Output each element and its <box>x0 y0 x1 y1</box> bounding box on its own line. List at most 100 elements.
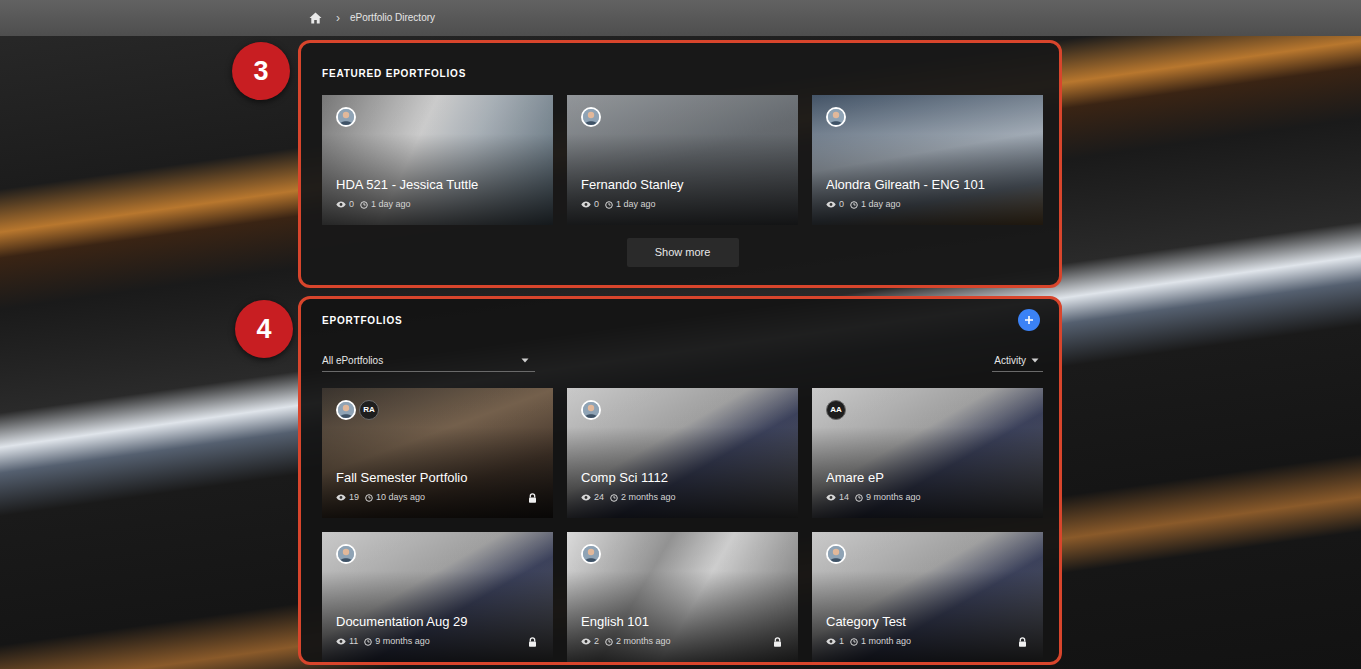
avatar-photo-icon[interactable] <box>336 107 356 127</box>
eye-icon <box>581 494 591 501</box>
clock-icon <box>605 638 613 646</box>
add-plus-icon[interactable] <box>1018 309 1040 331</box>
card-title[interactable]: Fall Semester Portfolio <box>336 470 539 486</box>
portfolio-card[interactable]: Documentation Aug 29 119 months ago <box>322 532 553 662</box>
card-avatars <box>812 95 1043 127</box>
card-title[interactable]: Fernando Stanley <box>581 177 784 193</box>
caret-down-icon <box>521 358 529 363</box>
card-meta: 1 1 month ago <box>826 636 1029 647</box>
clock-icon <box>850 638 858 646</box>
portfolio-card[interactable]: Category Test 1 1 month ago <box>812 532 1043 662</box>
show-more-button[interactable]: Show more <box>627 238 739 267</box>
updated-time: 1 day ago <box>616 199 656 210</box>
card-info: Alondra Gilreath - ENG 101 0 1 day ago <box>812 177 1043 225</box>
avatar[interactable]: AA <box>826 400 846 420</box>
clock-icon <box>360 201 368 209</box>
portfolio-card[interactable]: Fernando Stanley 0 1 day ago <box>567 95 798 225</box>
eye-icon <box>336 201 346 208</box>
eportfolio-grid: RA Fall Semester Portfolio 19 10 days ago Co… <box>322 388 1043 662</box>
caret-down-icon <box>1031 358 1039 363</box>
filter-row: All ePortfolios Activity <box>322 350 1043 372</box>
card-meta: 0 1 day ago <box>581 199 784 210</box>
lock-icon <box>528 493 537 503</box>
lock-icon <box>773 637 782 647</box>
card-meta: 119 months ago <box>336 636 539 647</box>
card-title[interactable]: English 101 <box>581 614 784 630</box>
breadcrumb-separator: › <box>336 12 340 24</box>
card-meta: 242 months ago <box>581 492 784 503</box>
avatar[interactable]: RA <box>359 400 379 420</box>
featured-panel: 3FEATURED EPORTFOLIOSHDA 521 - Jessica T… <box>298 40 1062 288</box>
updated-time: 1 day ago <box>371 199 411 210</box>
card-meta: 0 1 day ago <box>826 199 1029 210</box>
portfolio-card[interactable]: RA Fall Semester Portfolio 19 10 days ago <box>322 388 553 518</box>
card-title[interactable]: HDA 521 - Jessica Tuttle <box>336 177 539 193</box>
sort-label: Activity <box>994 353 1026 368</box>
breadcrumb-current: ePortfolio Directory <box>350 13 435 23</box>
card-title[interactable]: Documentation Aug 29 <box>336 614 539 630</box>
portfolio-card[interactable]: Alondra Gilreath - ENG 101 0 1 day ago <box>812 95 1043 225</box>
card-avatars <box>322 532 553 564</box>
view-count: 19 <box>349 492 359 503</box>
filter-dropdown[interactable]: All ePortfolios <box>322 350 535 372</box>
portfolio-card[interactable]: HDA 521 - Jessica Tuttle 0 1 day ago <box>322 95 553 225</box>
portfolio-card[interactable]: English 101 2 2 months ago <box>567 532 798 662</box>
eye-icon <box>826 201 836 208</box>
clock-icon <box>365 494 373 502</box>
avatar-photo-icon[interactable] <box>581 400 601 420</box>
updated-time: 1 day ago <box>861 199 901 210</box>
portfolio-card[interactable]: Comp Sci 1112 242 months ago <box>567 388 798 518</box>
clock-icon <box>605 201 613 209</box>
view-count: 1 <box>839 636 844 647</box>
card-info: Comp Sci 1112 242 months ago <box>567 470 798 518</box>
breadcrumb-bar: › ePortfolio Directory <box>0 0 1361 36</box>
card-avatars: RA <box>322 388 553 420</box>
step-badge: 3 <box>232 42 290 100</box>
card-info: Fall Semester Portfolio 19 10 days ago <box>322 470 553 518</box>
card-title[interactable]: Category Test <box>826 614 1029 630</box>
show-more-row: Show more <box>322 238 1043 267</box>
card-avatars <box>567 388 798 420</box>
updated-time: 2 months ago <box>621 492 676 503</box>
view-count: 2 <box>594 636 599 647</box>
eye-icon <box>336 494 346 501</box>
updated-time: 1 month ago <box>861 636 911 647</box>
view-count: 14 <box>839 492 849 503</box>
updated-time: 9 months ago <box>375 636 430 647</box>
view-count: 0 <box>594 199 599 210</box>
card-meta: 19 10 days ago <box>336 492 539 503</box>
view-count: 0 <box>839 199 844 210</box>
view-count: 0 <box>349 199 354 210</box>
card-info: HDA 521 - Jessica Tuttle 0 1 day ago <box>322 177 553 225</box>
home-icon[interactable] <box>309 12 322 24</box>
section-header: EPORTFOLIOS <box>322 309 1043 331</box>
clock-icon <box>364 638 372 646</box>
avatar-photo-icon[interactable] <box>581 544 601 564</box>
filter-label: All ePortfolios <box>322 353 383 368</box>
card-avatars <box>567 532 798 564</box>
card-title[interactable]: Amare eP <box>826 470 1029 486</box>
avatar-photo-icon[interactable] <box>826 107 846 127</box>
updated-time: 2 months ago <box>616 636 671 647</box>
avatar-photo-icon[interactable] <box>336 400 356 420</box>
updated-time: 10 days ago <box>376 492 425 503</box>
portfolio-card[interactable]: AAAmare eP149 months ago <box>812 388 1043 518</box>
page: {"breadcrumb": {"separator": "›", "curre… <box>0 0 1361 669</box>
avatar-photo-icon[interactable] <box>826 544 846 564</box>
lock-icon <box>528 637 537 647</box>
step-badge: 4 <box>235 300 293 358</box>
avatar-photo-icon[interactable] <box>336 544 356 564</box>
featured-grid: HDA 521 - Jessica Tuttle01 day agoFernan… <box>322 95 1043 225</box>
clock-icon <box>850 201 858 209</box>
clock-icon <box>855 494 863 502</box>
card-info: English 101 2 2 months ago <box>567 614 798 662</box>
card-title[interactable]: Alondra Gilreath - ENG 101 <box>826 177 1029 193</box>
card-title[interactable]: Comp Sci 1112 <box>581 470 784 486</box>
eye-icon <box>336 638 346 645</box>
card-avatars <box>812 532 1043 564</box>
sort-dropdown[interactable]: Activity <box>992 350 1043 372</box>
eye-icon <box>581 638 591 645</box>
eportfolios-panel: 4EPORTFOLIOSAll ePortfoliosActivityRAFal… <box>298 296 1062 665</box>
avatar-photo-icon[interactable] <box>581 107 601 127</box>
card-info: Amare eP149 months ago <box>812 470 1043 518</box>
